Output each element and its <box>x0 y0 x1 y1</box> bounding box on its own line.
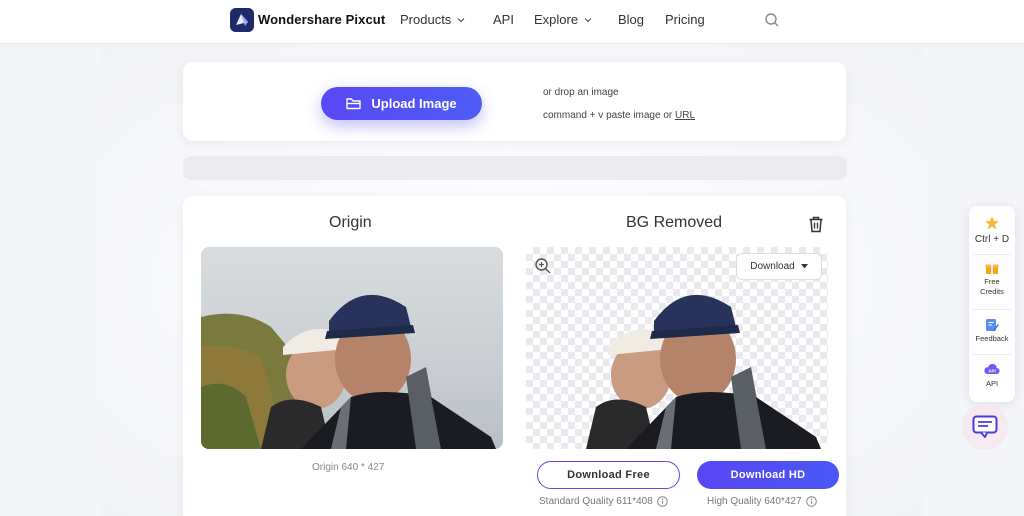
nav-blog[interactable]: Blog <box>618 12 644 27</box>
nav-pricing[interactable]: Pricing <box>665 12 705 27</box>
nav-products[interactable]: Products <box>400 12 466 27</box>
top-navigation: Wondershare Pixcut Products API Explore … <box>0 0 1024 44</box>
chevron-down-icon <box>457 17 465 22</box>
nav-api-label: API <box>493 12 514 27</box>
standard-quality-label: Standard Quality 611*408 <box>539 496 653 507</box>
paste-hint-text: command + v paste image or <box>543 110 676 121</box>
api-item[interactable]: API API <box>969 363 1015 389</box>
url-link[interactable]: URL <box>675 110 695 121</box>
bg-removed-title: BG Removed <box>626 214 723 231</box>
chat-icon <box>972 415 998 438</box>
high-quality-label: High Quality 640*427 <box>707 496 802 507</box>
zoom-in-icon[interactable] <box>534 257 552 275</box>
gift-icon <box>985 264 999 274</box>
nav-explore-label: Explore <box>534 12 579 27</box>
star-icon <box>985 216 999 230</box>
feedback-item[interactable]: Feedback <box>969 318 1015 344</box>
upload-image-button[interactable]: Upload Image <box>321 87 482 120</box>
nav-products-label: Products <box>400 12 452 27</box>
feedback-label: Feedback <box>975 334 1009 343</box>
progress-strip <box>183 156 847 180</box>
chat-button[interactable] <box>962 404 1008 450</box>
info-icon[interactable] <box>805 496 817 507</box>
brand-name[interactable]: Wondershare Pixcut <box>258 12 385 27</box>
download-free-button[interactable]: Download Free <box>537 461 680 489</box>
feedback-icon <box>986 319 999 331</box>
folder-icon <box>346 98 362 110</box>
drop-hint: or drop an image <box>543 87 619 98</box>
free-credits-item[interactable]: Free Credits <box>969 261 1015 297</box>
standard-quality-info: Standard Quality 611*408 <box>539 496 668 507</box>
upload-panel: Upload Image or drop an image command + … <box>183 62 846 141</box>
result-panel: Origin BG Removed Download Origin 640 * … <box>183 196 846 516</box>
origin-size-caption: Origin 640 * 427 <box>312 462 385 473</box>
pixcut-logo-icon[interactable] <box>230 8 254 32</box>
free-credits-label: Free Credits <box>980 277 1004 296</box>
search-icon[interactable] <box>764 12 780 28</box>
divider <box>973 354 1011 355</box>
svg-text:API: API <box>988 368 996 373</box>
info-icon[interactable] <box>656 496 668 507</box>
nav-api[interactable]: API <box>493 12 514 27</box>
origin-title: Origin <box>329 214 372 231</box>
original-photo <box>201 247 503 449</box>
bookmark-shortcut[interactable]: Ctrl + D <box>969 215 1015 246</box>
trash-icon[interactable] <box>808 216 824 233</box>
high-quality-info: High Quality 640*427 <box>707 496 817 507</box>
nav-explore[interactable]: Explore <box>534 12 593 27</box>
side-toolbar: Ctrl + D Free Credits Feedback API API <box>969 206 1015 402</box>
nav-blog-label: Blog <box>618 12 645 27</box>
download-hd-button[interactable]: Download HD <box>697 461 839 489</box>
paste-hint: command + v paste image or URL <box>543 110 695 121</box>
divider <box>973 309 1011 310</box>
api-icon: API <box>984 363 1000 374</box>
caret-down-icon <box>800 264 808 269</box>
download-dropdown[interactable]: Download <box>736 253 822 280</box>
chevron-down-icon <box>584 17 592 22</box>
shortcut-label: Ctrl + D <box>974 234 1010 245</box>
api-label: API <box>985 379 999 388</box>
upload-image-label: Upload Image <box>371 96 457 111</box>
nav-pricing-label: Pricing <box>665 12 705 27</box>
download-dropdown-label: Download <box>750 261 795 272</box>
bg-removed-photo: Download <box>526 247 828 449</box>
divider <box>973 254 1011 255</box>
